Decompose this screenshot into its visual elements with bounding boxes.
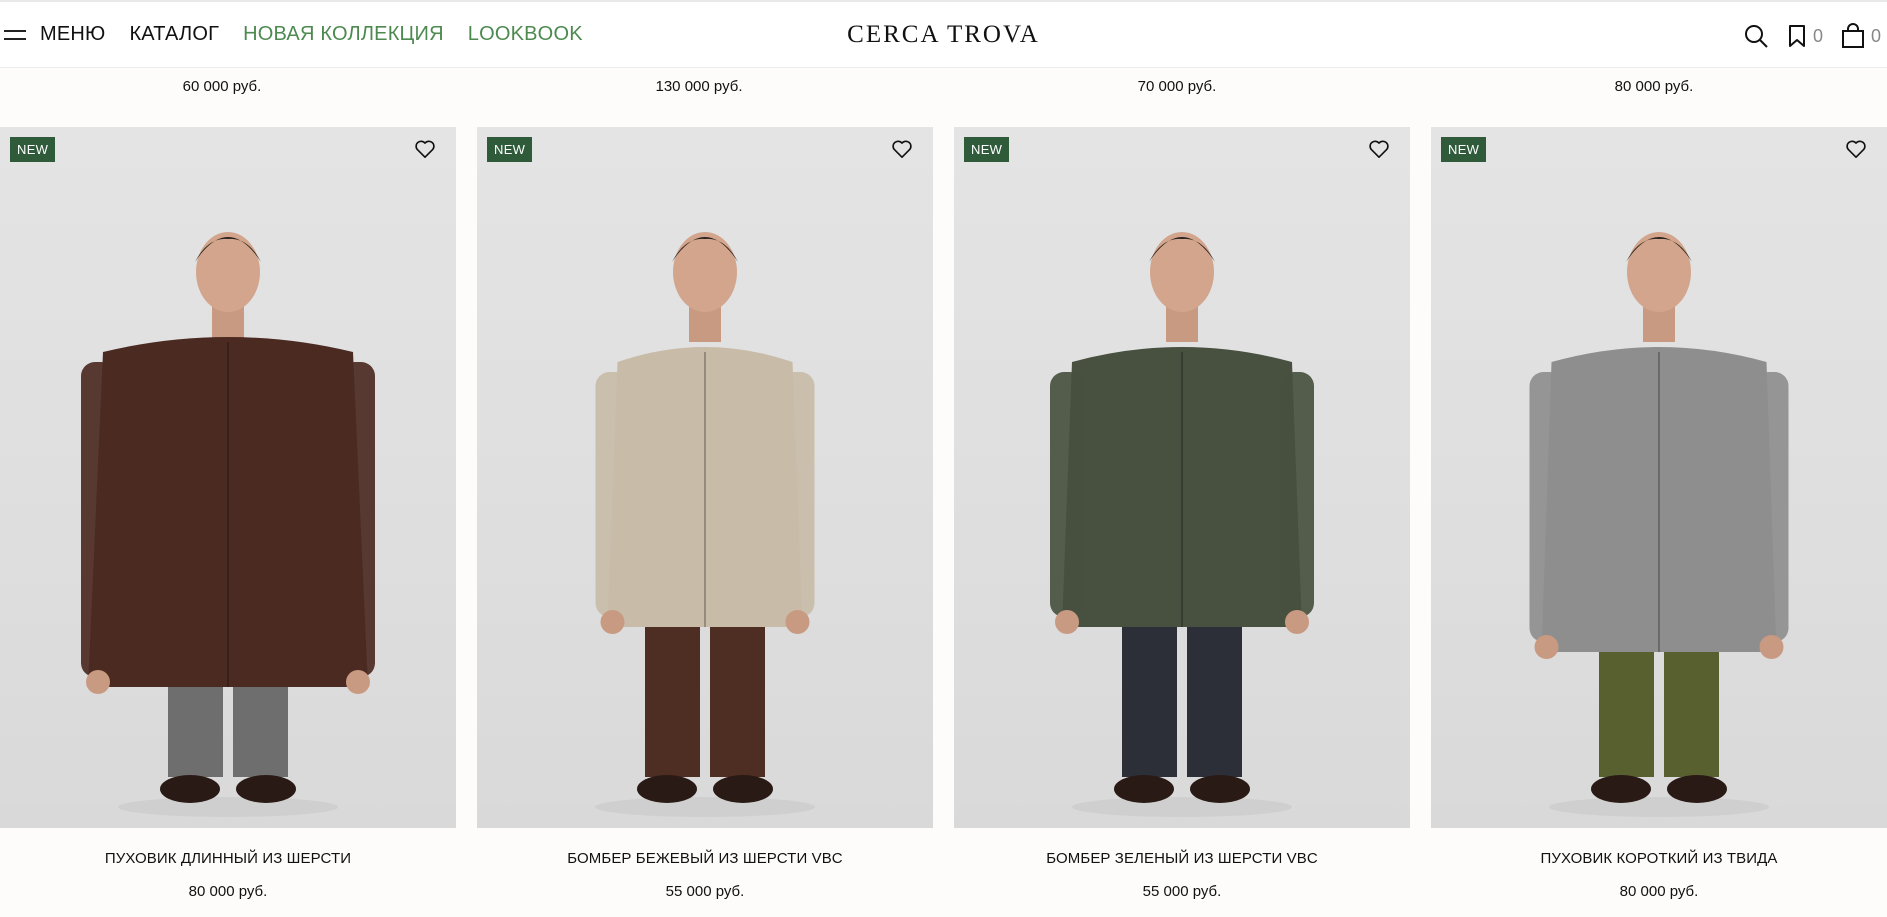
shopping-bag-icon bbox=[1841, 23, 1864, 48]
shoe-right bbox=[713, 775, 773, 803]
shoe-right bbox=[1667, 775, 1727, 803]
floor-shadow bbox=[118, 797, 338, 817]
hand-left bbox=[86, 670, 110, 694]
product-photo[interactable]: NEW bbox=[477, 127, 933, 828]
shoe-right bbox=[1190, 775, 1250, 803]
floor-shadow bbox=[1072, 797, 1292, 817]
main-nav: МЕНЮ КАТАЛОГ НОВАЯ КОЛЛЕКЦИЯ LOOKBOOK bbox=[0, 2, 607, 67]
trouser-right bbox=[710, 622, 765, 777]
previous-row: 60 000 руб. 130 000 руб. 70 000 руб. 80 … bbox=[0, 68, 1887, 126]
sleeve-left bbox=[81, 362, 115, 677]
new-badge: NEW bbox=[1441, 137, 1487, 162]
hand-right bbox=[1285, 610, 1309, 634]
brand-logo[interactable]: CERCA TROVA bbox=[847, 21, 1040, 49]
trouser-left bbox=[168, 682, 223, 777]
product-title[interactable]: ПУХОВИК ДЛИННЫЙ ИЗ ШЕРСТИ bbox=[0, 850, 456, 867]
hand-right bbox=[1759, 635, 1784, 659]
sleeve-left bbox=[1529, 372, 1564, 642]
shoe-left bbox=[160, 775, 220, 803]
trouser-right bbox=[1664, 642, 1719, 777]
previous-row-price: 130 000 руб. bbox=[655, 78, 743, 95]
sleeve-right bbox=[1280, 372, 1314, 617]
hand-left bbox=[1534, 635, 1559, 659]
floor-shadow bbox=[595, 797, 815, 817]
nav-catalog-link[interactable]: КАТАЛОГ bbox=[129, 23, 219, 46]
head bbox=[1150, 232, 1214, 312]
nav-menu-link[interactable]: МЕНЮ bbox=[40, 23, 105, 46]
sleeve-left bbox=[1050, 372, 1084, 617]
product-title[interactable]: БОМБЕР ЗЕЛЕНЫЙ ИЗ ШЕРСТИ VBC bbox=[954, 850, 1410, 867]
wishlist-count: 0 bbox=[1812, 25, 1823, 46]
shoe-left bbox=[1591, 775, 1651, 803]
head bbox=[196, 232, 260, 312]
hand-right bbox=[785, 610, 810, 634]
nav-new-collection-link[interactable]: НОВАЯ КОЛЛЕКЦИЯ bbox=[243, 23, 444, 46]
search-button[interactable] bbox=[1743, 23, 1769, 49]
hand-left bbox=[1055, 610, 1079, 634]
sleeve-left bbox=[595, 372, 630, 617]
wishlist-button[interactable]: 0 bbox=[1787, 24, 1823, 48]
previous-row-price: 60 000 руб. bbox=[182, 78, 262, 95]
new-badge: NEW bbox=[487, 137, 533, 162]
sleeve-right bbox=[341, 362, 375, 677]
shoe-left bbox=[637, 775, 697, 803]
sleeve-right bbox=[780, 372, 815, 617]
floor-shadow bbox=[1549, 797, 1769, 817]
product-card[interactable]: NEW ПУХОВИК ДЛИННЫЙ ИЗ ШЕРСТИ 80 000 руб… bbox=[0, 127, 456, 900]
heart-icon[interactable] bbox=[891, 139, 913, 159]
hand-right bbox=[346, 670, 370, 694]
previous-row-price: 70 000 руб. bbox=[1137, 78, 1217, 95]
header-actions: 0 0 bbox=[1743, 2, 1881, 70]
model-illustration bbox=[81, 232, 375, 817]
trouser-left bbox=[1122, 622, 1177, 777]
product-price: 80 000 руб. bbox=[1619, 883, 1699, 900]
heart-icon[interactable] bbox=[1845, 139, 1867, 159]
heart-icon[interactable] bbox=[414, 139, 436, 159]
model-illustration bbox=[1529, 232, 1789, 817]
shoe-left bbox=[1114, 775, 1174, 803]
shoe-right bbox=[236, 775, 296, 803]
trouser-right bbox=[1187, 622, 1242, 777]
product-price: 55 000 руб. bbox=[1142, 883, 1222, 900]
model-illustration bbox=[1050, 232, 1314, 817]
head bbox=[1627, 232, 1691, 312]
bookmark-icon bbox=[1788, 25, 1805, 47]
menu-icon[interactable] bbox=[4, 28, 26, 42]
previous-row-price: 80 000 руб. bbox=[1614, 78, 1694, 95]
trouser-left bbox=[1599, 642, 1654, 777]
trouser-right bbox=[233, 682, 288, 777]
cart-button[interactable]: 0 bbox=[1841, 23, 1881, 49]
search-icon bbox=[1744, 25, 1768, 48]
product-price: 55 000 руб. bbox=[665, 883, 745, 900]
new-badge: NEW bbox=[964, 137, 1010, 162]
product-card[interactable]: NEW ПУХОВИК КОРОТКИЙ ИЗ ТВИДА 80 000 руб… bbox=[1431, 127, 1887, 900]
model-illustration bbox=[595, 232, 815, 817]
new-badge: NEW bbox=[10, 137, 56, 162]
heart-icon[interactable] bbox=[1368, 139, 1390, 159]
product-card[interactable]: NEW БОМБЕР БЕЖЕВЫЙ ИЗ ШЕРСТИ VBC 55 000 … bbox=[477, 127, 933, 900]
product-photo[interactable]: NEW bbox=[954, 127, 1410, 828]
product-card[interactable]: NEW БОМБЕР ЗЕЛЕНЫЙ ИЗ ШЕРСТИ VBC 55 000 … bbox=[954, 127, 1410, 900]
product-title[interactable]: БОМБЕР БЕЖЕВЫЙ ИЗ ШЕРСТИ VBC bbox=[477, 850, 933, 867]
product-photo[interactable]: NEW bbox=[1431, 127, 1887, 828]
nav-lookbook-link[interactable]: LOOKBOOK bbox=[468, 23, 583, 46]
cart-count: 0 bbox=[1870, 25, 1881, 46]
product-title[interactable]: ПУХОВИК КОРОТКИЙ ИЗ ТВИДА bbox=[1431, 850, 1887, 867]
sleeve-right bbox=[1754, 372, 1789, 642]
product-price: 80 000 руб. bbox=[188, 883, 268, 900]
site-header: МЕНЮ КАТАЛОГ НОВАЯ КОЛЛЕКЦИЯ LOOKBOOK CE… bbox=[0, 0, 1887, 68]
head bbox=[673, 232, 737, 312]
trouser-left bbox=[645, 622, 700, 777]
product-photo[interactable]: NEW bbox=[0, 127, 456, 828]
hand-left bbox=[600, 610, 625, 634]
